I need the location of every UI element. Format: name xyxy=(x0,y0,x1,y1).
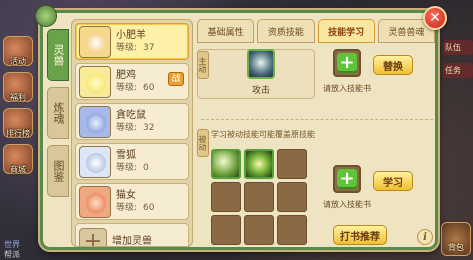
pet-item-2[interactable]: 貪吃鼠 等级: 32 xyxy=(75,103,189,140)
passive-learn-section: 被动 学习被动技能可能覆盖原技能 + 请放入技能书 学习 打书推荐 i xyxy=(197,129,435,247)
add-pet-button[interactable]: + 增加灵兽 xyxy=(75,223,189,247)
learn-button[interactable]: 学习 xyxy=(373,171,413,191)
ranking-icon[interactable]: 排行榜 xyxy=(3,108,33,138)
pet-portrait xyxy=(79,105,111,138)
pet-portrait xyxy=(79,185,111,218)
pet-item-1[interactable]: 肥鸡 等级: 60 战 xyxy=(75,63,189,100)
replace-book-slot[interactable]: + xyxy=(333,49,361,77)
active-skill-label: 攻击 xyxy=(251,86,270,96)
empty-skill-slot[interactable] xyxy=(211,182,241,212)
pet-list[interactable]: 小肥羊 等级: 37 肥鸡 等级: 60 战 貪吃鼠 等级: 32 雪狐 等级:… xyxy=(71,19,193,247)
plus-icon: + xyxy=(337,169,357,189)
add-pet-label: 增加灵兽 xyxy=(112,236,152,247)
empty-skill-slot[interactable] xyxy=(277,215,307,245)
active-tag: 主动 xyxy=(197,51,209,79)
plus-icon: + xyxy=(337,53,357,73)
quest-tag[interactable]: 任务 xyxy=(443,63,473,78)
learn-hint: 学习被动技能可能覆盖原技能 xyxy=(211,130,315,139)
pet-name: 雪狐 xyxy=(116,149,136,161)
right-panel: 基础属性 资质技能 技能学习 灵兽兽魂 主动 攻击 + 请放入技能书 替换 被动… xyxy=(197,19,435,247)
divider xyxy=(201,119,433,120)
pet-level: 等级: 37 xyxy=(116,42,155,53)
empty-skill-slot[interactable] xyxy=(211,215,241,245)
pet-name: 貪吃鼠 xyxy=(116,109,146,121)
activity-icon[interactable]: 活动 xyxy=(3,36,33,66)
empty-skill-slot[interactable] xyxy=(277,149,307,179)
side-tab-codex[interactable]: 图鉴 xyxy=(47,145,69,197)
bag-icon[interactable]: 背包 xyxy=(441,222,471,256)
pet-item-4[interactable]: 猫女 等级: 60 xyxy=(75,183,189,220)
pet-level: 等级: 60 xyxy=(116,202,155,213)
shop-icon[interactable]: 商城 xyxy=(3,144,33,174)
pet-level: 等级: 32 xyxy=(116,122,155,133)
side-tab-refine[interactable]: 炼魂 xyxy=(47,87,69,139)
team-tag[interactable]: 队伍 xyxy=(443,40,473,55)
recommend-button[interactable]: 打书推荐 xyxy=(333,225,387,245)
pet-portrait xyxy=(79,145,111,178)
replace-book-hint: 请放入技能书 xyxy=(323,84,371,93)
pet-item-3[interactable]: 雪狐 等级: 0 xyxy=(75,143,189,180)
hud-left-icons: 活动 福利 排行榜 商城 xyxy=(0,30,36,180)
learn-book-hint: 请放入技能书 xyxy=(323,200,371,209)
tab-aptitude-skills[interactable]: 资质技能 xyxy=(257,19,315,43)
plus-icon: + xyxy=(79,227,107,246)
pet-window: ✕ 灵兽 炼魂 图鉴 小肥羊 等级: 37 肥鸡 等级: 60 战 貪吃鼠 等级… xyxy=(35,5,447,250)
tab-basic-attributes[interactable]: 基础属性 xyxy=(197,19,255,43)
close-button[interactable]: ✕ xyxy=(423,6,447,30)
info-icon[interactable]: i xyxy=(417,229,433,245)
side-tab-pets[interactable]: 灵兽 xyxy=(47,29,69,81)
learn-book-slot[interactable]: + xyxy=(333,165,361,193)
pet-portrait xyxy=(79,25,111,58)
empty-skill-slot[interactable] xyxy=(244,182,274,212)
passive-skill-grid xyxy=(211,149,309,245)
chat-line-guild: 帮派 xyxy=(4,250,20,259)
empty-skill-slot[interactable] xyxy=(244,215,274,245)
active-skill-section: 主动 攻击 + 请放入技能书 替换 xyxy=(197,49,435,101)
tab-skill-learning[interactable]: 技能学习 xyxy=(317,19,375,43)
pet-level: 等级: 0 xyxy=(116,162,149,173)
fight-badge: 战 xyxy=(168,72,184,86)
empty-skill-slot[interactable] xyxy=(277,182,307,212)
pet-name: 肥鸡 xyxy=(116,69,136,81)
replace-button[interactable]: 替换 xyxy=(373,55,413,75)
pet-name: 小肥羊 xyxy=(116,29,146,41)
side-tabs: 灵兽 炼魂 图鉴 xyxy=(47,29,69,203)
tab-bar: 基础属性 资质技能 技能学习 灵兽兽魂 xyxy=(197,19,435,43)
passive-skill-slot[interactable] xyxy=(211,149,241,179)
pet-item-0[interactable]: 小肥羊 等级: 37 xyxy=(75,23,189,60)
passive-tag: 被动 xyxy=(197,129,209,157)
passive-skill-slot[interactable] xyxy=(244,149,274,179)
welfare-icon[interactable]: 福利 xyxy=(3,72,33,102)
hud-right: 队伍 任务 xyxy=(443,40,473,86)
attack-skill-icon[interactable] xyxy=(247,49,275,79)
pet-level: 等级: 60 xyxy=(116,82,155,93)
pet-name: 猫女 xyxy=(116,189,136,201)
pet-portrait xyxy=(79,65,111,98)
